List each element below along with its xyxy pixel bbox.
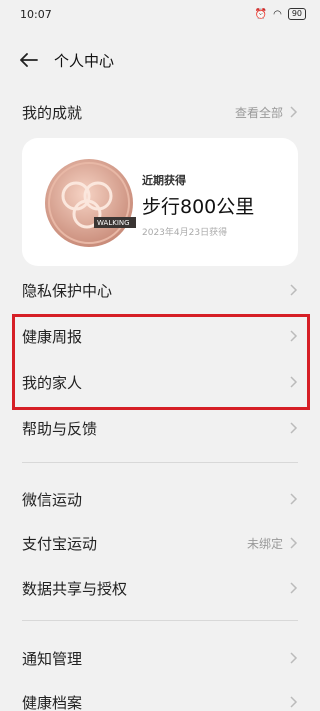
status-time: 10:07	[20, 7, 52, 21]
alarm-icon: ⏰	[254, 8, 268, 20]
achievement-title: 步行800公里	[142, 196, 255, 218]
my-family-row[interactable]: 我的家人	[0, 360, 320, 404]
chevron-right-icon	[290, 582, 298, 594]
divider	[22, 462, 298, 463]
achievement-text: 近期获得 步行800公里 2023年4月23日获得	[142, 172, 254, 238]
chevron-right-icon	[290, 493, 298, 505]
data-share-label: 数据共享与授权	[22, 579, 128, 598]
achievement-subtitle: 近期获得	[142, 174, 186, 187]
achievement-date: 2023年4月23日获得	[142, 228, 228, 238]
notification-manage-label: 通知管理	[22, 649, 83, 668]
health-record-label: 健康档案	[22, 693, 83, 711]
divider	[22, 620, 298, 621]
privacy-center-label: 隐私保护中心	[22, 281, 113, 300]
chevron-right-icon	[290, 652, 298, 664]
status-bar: 10:07 ⏰ ◠ 90	[0, 0, 320, 28]
status-icons: ⏰ ◠ 90	[255, 8, 306, 20]
medal-badge-text: WALKING	[97, 219, 130, 227]
back-button[interactable]	[18, 49, 40, 71]
chevron-right-icon	[290, 696, 298, 708]
health-report-label: 健康周报	[22, 327, 83, 346]
help-feedback-label: 帮助与反馈	[22, 419, 98, 438]
back-arrow-icon	[20, 53, 38, 67]
chevron-right-icon	[290, 422, 298, 434]
view-all-link[interactable]: 查看全部	[235, 104, 283, 121]
achievements-row[interactable]: 我的成就 查看全部	[0, 90, 320, 134]
health-report-row[interactable]: 健康周报	[0, 314, 320, 358]
my-family-label: 我的家人	[22, 373, 83, 392]
page-title: 个人中心	[54, 51, 115, 70]
achievement-card[interactable]: WALKING 近期获得 步行800公里 2023年4月23日获得	[22, 138, 298, 266]
notification-manage-row[interactable]: 通知管理	[0, 636, 320, 680]
help-feedback-row[interactable]: 帮助与反馈	[0, 406, 320, 450]
header: 个人中心	[0, 40, 320, 80]
chevron-right-icon	[290, 284, 298, 296]
chevron-right-icon	[290, 537, 298, 549]
chevron-right-icon	[290, 106, 298, 118]
achievements-label: 我的成就	[22, 103, 83, 122]
alipay-sport-label: 支付宝运动	[22, 534, 98, 553]
data-share-row[interactable]: 数据共享与授权	[0, 566, 320, 610]
wechat-sport-row[interactable]: 微信运动	[0, 477, 320, 521]
battery-icon: 90	[287, 8, 306, 20]
wifi-icon: ◠	[273, 8, 282, 20]
alipay-status: 未绑定	[246, 536, 283, 551]
chevron-right-icon	[290, 376, 298, 388]
privacy-center-row[interactable]: 隐私保护中心	[0, 268, 320, 312]
health-record-row[interactable]: 健康档案	[0, 680, 320, 711]
wechat-sport-label: 微信运动	[22, 490, 83, 509]
chevron-right-icon	[290, 330, 298, 342]
alipay-sport-row[interactable]: 支付宝运动 未绑定	[0, 521, 320, 565]
walking-medal-icon: WALKING	[45, 159, 136, 247]
